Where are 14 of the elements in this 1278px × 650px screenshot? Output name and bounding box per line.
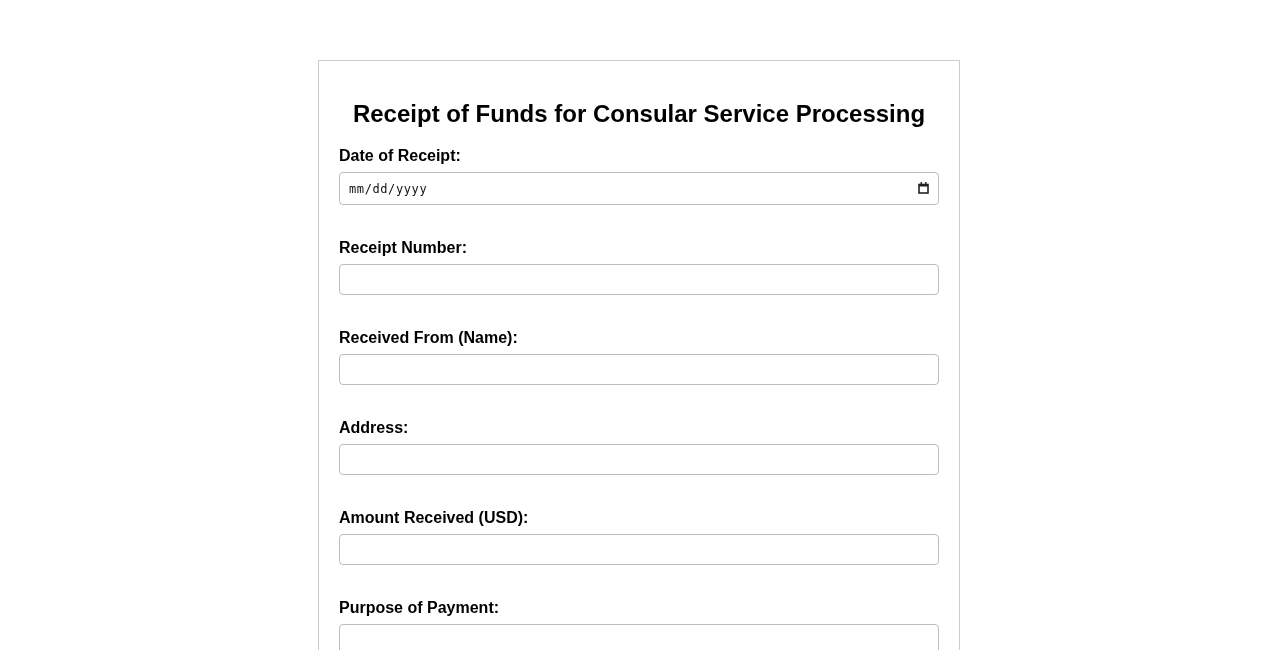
field-label: Received From (Name): [339,329,518,347]
field-label: Receipt Number: [339,239,468,257]
calendar-icon[interactable] [918,182,929,194]
form-title: Receipt of Funds for Consular Service Processing [351,100,927,128]
date-field[interactable]: mm/dd/yyyy [339,172,939,205]
field-label: Date of Receipt: [339,147,461,165]
input-field[interactable] [339,264,939,295]
field-label: Amount Received (USD): [339,509,529,527]
input-field[interactable] [339,444,939,475]
input-field[interactable] [339,624,939,650]
input-field[interactable] [339,534,939,565]
field-label: Address: [339,419,409,437]
input-field[interactable] [339,354,939,385]
field-label: Purpose of Payment: [339,599,500,617]
